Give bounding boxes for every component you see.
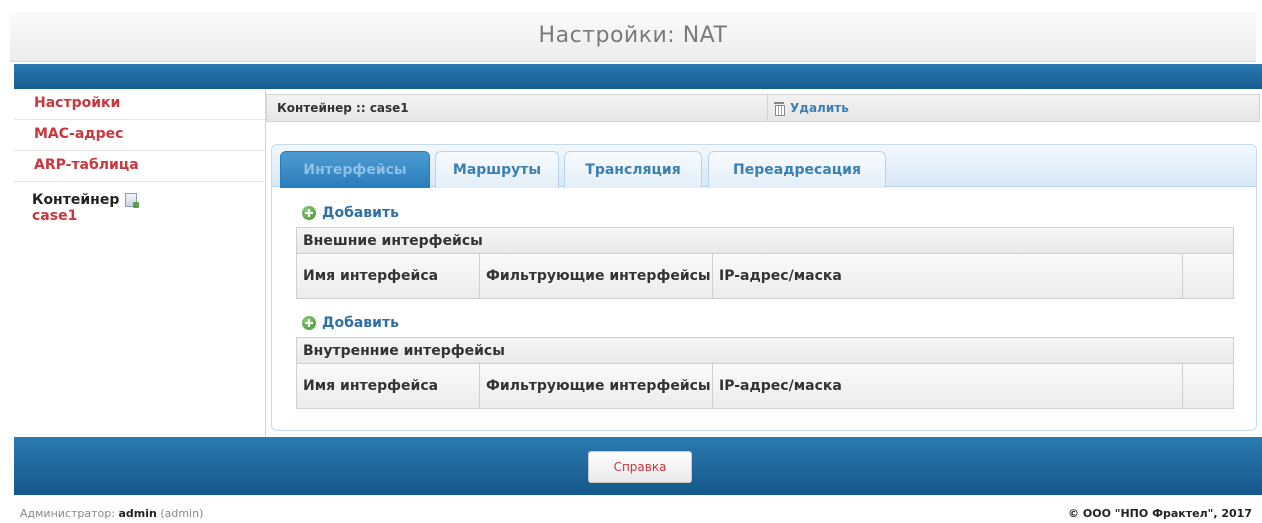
main-content: Контейнер :: case1 Удалить Интерфейсы Ма…: [266, 89, 1260, 437]
table-header-row: Имя интерфейса Фильтрующие интерфейсы IP…: [297, 254, 1233, 298]
tab-routes[interactable]: Маршруты: [435, 151, 559, 188]
help-button[interactable]: Справка: [588, 451, 692, 483]
table-title: Внутренние интерфейсы: [297, 338, 1233, 364]
tab-redirection[interactable]: Переадресация: [708, 151, 886, 188]
column-header-interface-name: Имя интерфейса: [297, 254, 480, 298]
sidebar-item-settings[interactable]: Настройки: [14, 89, 265, 120]
container-icon[interactable]: [125, 193, 140, 208]
container-heading: Контейнер: [32, 192, 265, 208]
admin-role: (admin): [160, 507, 204, 520]
trash-icon: [774, 102, 785, 116]
add-internal-interface-button[interactable]: Добавить: [296, 313, 1234, 333]
admin-name: admin: [118, 507, 157, 520]
sidebar: Настройки МАС-адрес ARP-таблица Контейне…: [14, 89, 265, 437]
column-header-filter-interfaces: Фильтрующие интерфейсы: [480, 364, 713, 408]
external-interfaces-section: Добавить Внешние интерфейсы Имя интерфей…: [296, 203, 1234, 299]
column-header-actions: [1183, 254, 1233, 298]
tab-bar: Интерфейсы Маршруты Трансляция Переадрес…: [272, 145, 1256, 188]
tab-interfaces[interactable]: Интерфейсы: [280, 151, 430, 188]
container-header: Контейнер :: case1 Удалить: [266, 94, 1260, 122]
bottom-band: Справка: [14, 437, 1262, 495]
column-header-ip-mask: IP-адрес/маска: [713, 364, 1183, 408]
tab-translation[interactable]: Трансляция: [564, 151, 702, 188]
column-header-ip-mask: IP-адрес/маска: [713, 254, 1183, 298]
container-block: Контейнер case1: [14, 182, 265, 224]
column-header-actions: [1183, 364, 1233, 408]
delete-label: Удалить: [790, 101, 849, 115]
column-header-interface-name: Имя интерфейса: [297, 364, 480, 408]
table-header-row: Имя интерфейса Фильтрующие интерфейсы IP…: [297, 364, 1233, 408]
plus-icon: [302, 316, 316, 330]
add-label: Добавить: [322, 315, 399, 331]
copyright: © ООО "НПО Фрактел", 2017: [1068, 507, 1252, 520]
footer: Администратор: admin (admin) © ООО "НПО …: [0, 503, 1262, 523]
add-label: Добавить: [322, 205, 399, 221]
container-header-title: Контейнер :: case1: [277, 101, 409, 115]
internal-interfaces-section: Добавить Внутренние интерфейсы Имя интер…: [296, 313, 1234, 409]
plus-icon: [302, 206, 316, 220]
sidebar-item-arp-table[interactable]: ARP-таблица: [14, 151, 265, 182]
table-title: Внешние интерфейсы: [297, 228, 1233, 254]
external-interfaces-table: Внешние интерфейсы Имя интерфейса Фильтр…: [296, 227, 1234, 299]
tabs-panel: Интерфейсы Маршруты Трансляция Переадрес…: [271, 144, 1257, 431]
admin-prefix: Администратор:: [20, 507, 115, 520]
add-external-interface-button[interactable]: Добавить: [296, 203, 1234, 223]
sidebar-item-mac-address[interactable]: МАС-адрес: [14, 120, 265, 151]
column-header-filter-interfaces: Фильтрующие интерфейсы: [480, 254, 713, 298]
page-title: Настройки: NAT: [10, 12, 1256, 62]
delete-button[interactable]: Удалить: [767, 95, 1259, 121]
top-band: [14, 64, 1262, 89]
container-link-case1[interactable]: case1: [32, 208, 265, 224]
container-label: Контейнер: [32, 192, 120, 208]
admin-info: Администратор: admin (admin): [20, 507, 203, 520]
internal-interfaces-table: Внутренние интерфейсы Имя интерфейса Фил…: [296, 337, 1234, 409]
